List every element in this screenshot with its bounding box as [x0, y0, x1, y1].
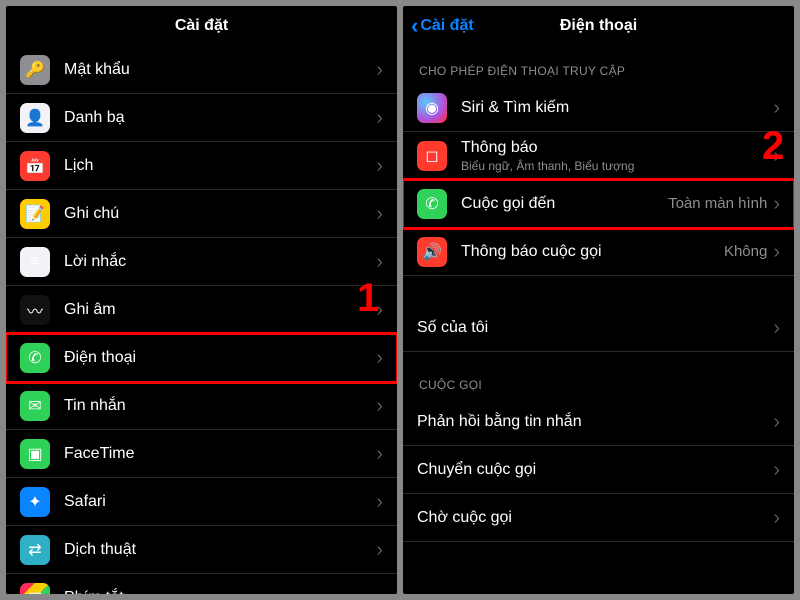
- row-label: Số của tôi: [417, 319, 773, 337]
- phone-settings-content: CHO PHÉP ĐIỆN THOẠI TRUY CẬP ◉ Siri & Tìm…: [403, 46, 794, 594]
- phone-settings-screen: ‹ Cài đặt Điện thoại CHO PHÉP ĐIỆN THOẠI…: [403, 6, 794, 594]
- app-icon: ◻: [417, 141, 447, 171]
- app-icon: ≡: [20, 247, 50, 277]
- settings-row-ghi-chú[interactable]: 📝 Ghi chú›: [6, 190, 397, 238]
- settings-row-lời-nhắc[interactable]: ≡ Lời nhắc›: [6, 238, 397, 286]
- row-label: Chuyển cuộc gọi: [417, 461, 773, 479]
- row-label: Phím tắt: [64, 589, 376, 595]
- settings-row-phím-tắt[interactable]: ▦ Phím tắt›: [6, 574, 397, 594]
- page-title: Điện thoại: [560, 17, 637, 35]
- app-icon: ✆: [417, 189, 447, 219]
- settings-row-ghi-âm[interactable]: 〰 Ghi âm›: [6, 286, 397, 334]
- row-label: Tin nhắn: [64, 397, 376, 415]
- row-label: Lịch: [64, 157, 376, 175]
- app-icon: ✦: [20, 487, 50, 517]
- app-icon: 📝: [20, 199, 50, 229]
- chevron-right-icon: ›: [376, 492, 383, 512]
- row-label: Thông báo: [461, 139, 773, 157]
- chevron-right-icon: ›: [376, 156, 383, 176]
- allow-row-0[interactable]: ◉ Siri & Tìm kiếm›: [403, 84, 794, 132]
- chevron-right-icon: ›: [376, 540, 383, 560]
- settings-row-lịch[interactable]: 📅 Lịch›: [6, 142, 397, 190]
- chevron-right-icon: ›: [773, 98, 780, 118]
- chevron-right-icon: ›: [773, 146, 780, 166]
- chevron-right-icon: ›: [773, 460, 780, 480]
- chevron-right-icon: ›: [376, 204, 383, 224]
- chevron-right-icon: ›: [376, 60, 383, 80]
- row-label: Siri & Tìm kiếm: [461, 99, 773, 117]
- row-label: Điện thoại: [64, 349, 376, 367]
- back-label: Cài đặt: [420, 17, 473, 35]
- settings-row-safari[interactable]: ✦ Safari›: [6, 478, 397, 526]
- app-icon: ⇄: [20, 535, 50, 565]
- header-left: Cài đặt: [6, 6, 397, 46]
- row-label: Dịch thuật: [64, 541, 376, 559]
- row-subtext: Biểu ngữ, Âm thanh, Biểu tượng: [461, 159, 773, 173]
- calls-row-1[interactable]: Chuyển cuộc gọi›: [403, 446, 794, 494]
- section-header-calls: CUỘC GỌI: [403, 352, 794, 398]
- section-header-allow: CHO PHÉP ĐIỆN THOẠI TRUY CẬP: [403, 46, 794, 84]
- row-label: FaceTime: [64, 445, 376, 463]
- app-icon: 📅: [20, 151, 50, 181]
- row-label: Lời nhắc: [64, 253, 376, 271]
- row-label: Chờ cuộc gọi: [417, 509, 773, 527]
- row-label: Ghi âm: [64, 301, 376, 319]
- row-label: Safari: [64, 493, 376, 511]
- app-icon: ▦: [20, 583, 50, 595]
- settings-row-mật-khẩu[interactable]: 🔑 Mật khẩu›: [6, 46, 397, 94]
- row-label: Mật khẩu: [64, 61, 376, 79]
- chevron-right-icon: ›: [376, 300, 383, 320]
- calls-row-0[interactable]: Phản hồi bằng tin nhắn›: [403, 398, 794, 446]
- allow-row-3[interactable]: 🔊 Thông báo cuộc gọiKhông›: [403, 228, 794, 276]
- chevron-left-icon: ‹: [411, 15, 418, 37]
- row-label: Thông báo cuộc gọi: [461, 243, 724, 261]
- chevron-right-icon: ›: [376, 444, 383, 464]
- chevron-right-icon: ›: [376, 348, 383, 368]
- chevron-right-icon: ›: [773, 318, 780, 338]
- settings-row-danh-bạ[interactable]: 👤 Danh bạ›: [6, 94, 397, 142]
- chevron-right-icon: ›: [376, 252, 383, 272]
- allow-row-2[interactable]: ✆ Cuộc gọi đếnToàn màn hình›: [403, 180, 794, 228]
- allow-row-1[interactable]: ◻ Thông báo Biểu ngữ, Âm thanh, Biểu tượng…: [403, 132, 794, 180]
- chevron-right-icon: ›: [376, 108, 383, 128]
- chevron-right-icon: ›: [376, 588, 383, 595]
- settings-row-facetime[interactable]: ▣ FaceTime›: [6, 430, 397, 478]
- app-icon: 〰: [20, 295, 50, 325]
- row-label: Phản hồi bằng tin nhắn: [417, 413, 773, 431]
- settings-row-điện-thoại[interactable]: ✆ Điện thoại›: [6, 334, 397, 382]
- row-my-number[interactable]: Số của tôi ›: [403, 304, 794, 352]
- row-value: Toàn màn hình: [668, 195, 773, 212]
- app-icon: 👤: [20, 103, 50, 133]
- page-title: Cài đặt: [175, 17, 228, 35]
- app-icon: ◉: [417, 93, 447, 123]
- chevron-right-icon: ›: [773, 412, 780, 432]
- row-value: Không: [724, 243, 773, 260]
- row-label: Ghi chú: [64, 205, 376, 223]
- settings-row-tin-nhắn[interactable]: ✉ Tin nhắn›: [6, 382, 397, 430]
- app-icon: 🔊: [417, 237, 447, 267]
- app-icon: ✆: [20, 343, 50, 373]
- settings-screen: Cài đặt 🔑Mật khẩu›👤Danh bạ›📅Lịch›📝Ghi ch…: [6, 6, 397, 594]
- chevron-right-icon: ›: [376, 396, 383, 416]
- chevron-right-icon: ›: [773, 194, 780, 214]
- chevron-right-icon: ›: [773, 242, 780, 262]
- back-button[interactable]: ‹ Cài đặt: [411, 6, 474, 46]
- header-right: ‹ Cài đặt Điện thoại: [403, 6, 794, 46]
- app-icon: ▣: [20, 439, 50, 469]
- calls-row-2[interactable]: Chờ cuộc gọi›: [403, 494, 794, 542]
- chevron-right-icon: ›: [773, 508, 780, 528]
- settings-row-dịch-thuật[interactable]: ⇄ Dịch thuật›: [6, 526, 397, 574]
- app-icon: ✉: [20, 391, 50, 421]
- settings-list: 🔑Mật khẩu›👤Danh bạ›📅Lịch›📝Ghi chú›≡Lời n…: [6, 46, 397, 594]
- row-label: Cuộc gọi đến: [461, 195, 668, 213]
- row-label: Danh bạ: [64, 109, 376, 127]
- app-icon: 🔑: [20, 55, 50, 85]
